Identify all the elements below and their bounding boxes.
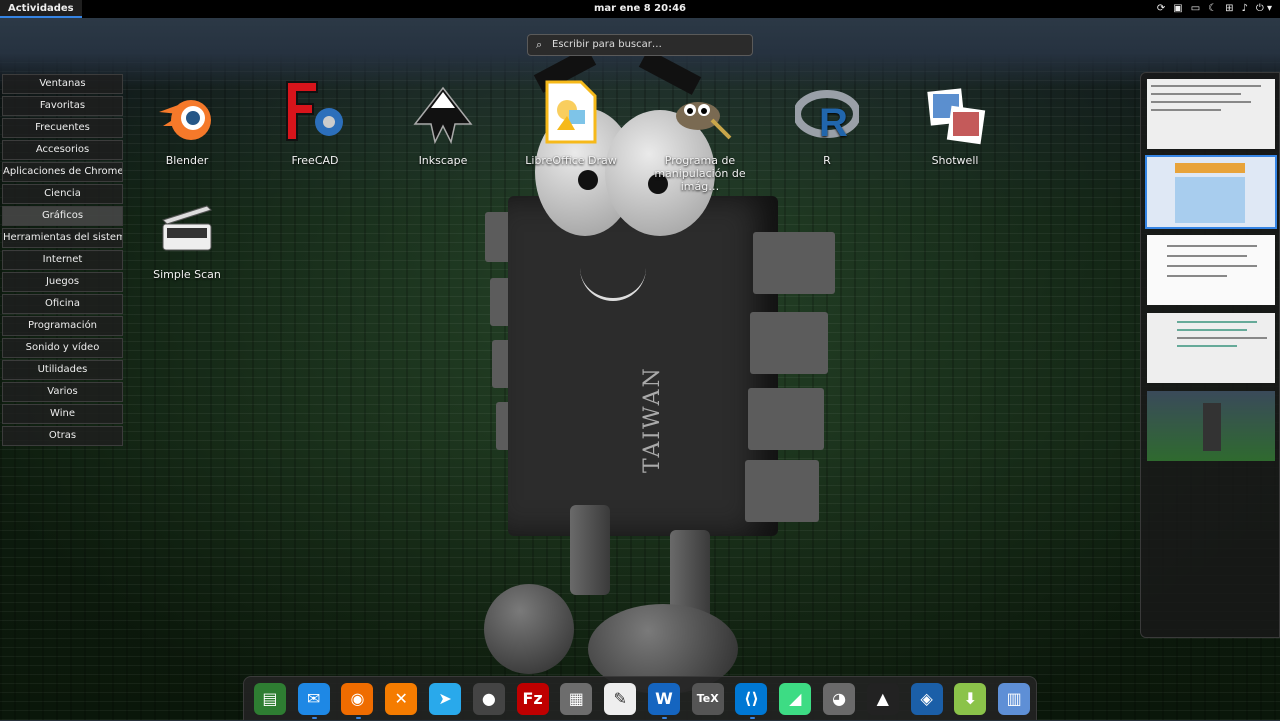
scanner-icon bbox=[155, 200, 219, 264]
dock-item[interactable]: ➤ bbox=[423, 677, 467, 721]
category-button[interactable]: Aplicaciones de Chrome bbox=[2, 162, 123, 182]
blender-icon bbox=[155, 86, 219, 150]
virtualbox-icon: ◈ bbox=[910, 682, 943, 715]
dock-item[interactable]: ◈ bbox=[905, 677, 949, 721]
search-input[interactable]: ⌕ Escribir para buscar… bbox=[527, 34, 753, 56]
running-indicator bbox=[662, 716, 668, 719]
category-button[interactable]: Wine bbox=[2, 404, 123, 424]
category-button[interactable]: Programación bbox=[2, 316, 123, 336]
inkscape-dock-icon: ▲ bbox=[866, 682, 899, 715]
writer-icon: W bbox=[647, 682, 680, 715]
gimp-dock-icon: ◕ bbox=[823, 682, 856, 715]
category-button[interactable]: Favoritas bbox=[2, 96, 123, 116]
app-libreoffice-draw[interactable]: LibreOffice Draw bbox=[511, 80, 631, 167]
running-indicator bbox=[749, 716, 755, 719]
dock-item[interactable]: ▥ bbox=[992, 677, 1036, 721]
dock-item[interactable]: ✉ bbox=[292, 677, 336, 721]
category-button[interactable]: Internet bbox=[2, 250, 123, 270]
category-button[interactable]: Ventanas bbox=[2, 74, 123, 94]
category-button[interactable]: Utilidades bbox=[2, 360, 123, 380]
search-placeholder: Escribir para buscar… bbox=[552, 39, 662, 50]
app-freecad[interactable]: FreeCAD bbox=[255, 80, 375, 167]
night-mode-icon[interactable]: ☾ bbox=[1208, 0, 1217, 18]
svg-text:R: R bbox=[819, 101, 848, 145]
search-icon: ⌕ bbox=[536, 38, 543, 51]
workspace-thumbnail-5[interactable] bbox=[1147, 391, 1275, 461]
power-icon[interactable]: ⏻ ▾ bbox=[1256, 0, 1272, 18]
category-button[interactable]: Ciencia bbox=[2, 184, 123, 204]
workspace-switcher bbox=[1140, 72, 1280, 638]
workspace-thumbnail-2[interactable] bbox=[1145, 155, 1277, 229]
volume-icon[interactable]: ♪ bbox=[1242, 0, 1248, 18]
category-button[interactable]: Gráficos bbox=[2, 206, 123, 226]
category-button[interactable]: Varios bbox=[2, 382, 123, 402]
text-editor-icon: ✎ bbox=[604, 682, 637, 715]
app-blender[interactable]: Blender bbox=[127, 86, 247, 167]
dock-item[interactable]: ⟨⟩ bbox=[730, 677, 774, 721]
thunderbird-icon: ✉ bbox=[297, 682, 330, 715]
dock-item[interactable]: ▦ bbox=[554, 677, 598, 721]
display-icon[interactable]: ▭ bbox=[1191, 0, 1200, 18]
r-icon: R bbox=[793, 86, 861, 150]
app-r[interactable]: R R bbox=[767, 86, 887, 167]
app-shotwell[interactable]: Shotwell bbox=[895, 86, 1015, 167]
running-indicator bbox=[355, 716, 361, 719]
inkscape-icon bbox=[411, 86, 475, 150]
category-button[interactable]: Accesorios bbox=[2, 140, 123, 160]
network-icon[interactable]: ⊞ bbox=[1225, 0, 1233, 18]
dock-item[interactable]: ✕ bbox=[379, 677, 423, 721]
freecad-icon bbox=[283, 80, 347, 150]
category-button[interactable]: Oficina bbox=[2, 294, 123, 314]
dock-item[interactable]: W bbox=[642, 677, 686, 721]
category-button[interactable]: Herramientas del sistema bbox=[2, 228, 123, 248]
telegram-icon: ➤ bbox=[429, 682, 462, 715]
texmaker-icon: TeX bbox=[691, 682, 724, 715]
vscode-icon: ⟨⟩ bbox=[735, 682, 768, 715]
dock-item[interactable]: ◉ bbox=[336, 677, 380, 721]
app-inkscape[interactable]: Inkscape bbox=[383, 86, 503, 167]
category-list: Ventanas Favoritas Frecuentes Accesorios Apl… bbox=[2, 74, 123, 448]
window-icon[interactable]: ▣ bbox=[1173, 0, 1182, 18]
dock: ▤ ✉ ◉ ✕ ➤ ● Fz ▦ ✎ W TeX ⟨⟩ ◢ ◕ ▲ ◈ ⬇ ▥ bbox=[243, 676, 1037, 720]
dock-item[interactable]: Fz bbox=[511, 677, 555, 721]
wallpaper-text: TAIWAN bbox=[640, 366, 665, 474]
dock-item[interactable]: ● bbox=[467, 677, 511, 721]
libreoffice-draw-icon bbox=[539, 80, 603, 150]
activities-button[interactable]: Actividades bbox=[0, 0, 82, 18]
android-studio-icon: ◢ bbox=[779, 682, 812, 715]
dock-item[interactable]: ▲ bbox=[861, 677, 905, 721]
workspace-thumbnail-3[interactable] bbox=[1147, 235, 1275, 305]
calculator-icon: ▦ bbox=[560, 682, 593, 715]
dock-item[interactable]: ◢ bbox=[773, 677, 817, 721]
app-gimp[interactable]: Programa de manipulación de imág… bbox=[640, 86, 760, 193]
category-button[interactable]: Otras bbox=[2, 426, 123, 446]
workspace-thumbnail-1[interactable] bbox=[1147, 79, 1275, 149]
category-button[interactable]: Frecuentes bbox=[2, 118, 123, 138]
dock-item[interactable]: ✎ bbox=[598, 677, 642, 721]
dock-item[interactable]: TeX bbox=[686, 677, 730, 721]
shotwell-icon bbox=[923, 86, 987, 150]
software-install-icon: ⬇ bbox=[954, 682, 987, 715]
files-icon: ▥ bbox=[998, 682, 1031, 715]
firefox-icon: ◉ bbox=[341, 682, 374, 715]
system-tray[interactable]: ⟳ ▣ ▭ ☾ ⊞ ♪ ⏻ ▾ bbox=[1157, 0, 1272, 18]
workspace-thumbnail-4[interactable] bbox=[1147, 313, 1275, 383]
refresh-icon[interactable]: ⟳ bbox=[1157, 0, 1165, 18]
clock[interactable]: mar ene 8 20:46 bbox=[0, 0, 1280, 18]
filezilla-icon: Fz bbox=[516, 682, 549, 715]
dock-item[interactable]: ⬇ bbox=[949, 677, 993, 721]
system-monitor-icon: ▤ bbox=[253, 682, 286, 715]
category-button[interactable]: Juegos bbox=[2, 272, 123, 292]
top-bar: Actividades mar ene 8 20:46 ⟳ ▣ ▭ ☾ ⊞ ♪ … bbox=[0, 0, 1280, 18]
app-simple-scan[interactable]: Simple Scan bbox=[127, 200, 247, 281]
category-button[interactable]: Sonido y vídeo bbox=[2, 338, 123, 358]
vlc-icon: ● bbox=[472, 682, 505, 715]
dock-item[interactable]: ◕ bbox=[817, 677, 861, 721]
gimp-icon bbox=[668, 86, 732, 150]
dock-item[interactable]: ▤ bbox=[248, 677, 292, 721]
crossover-icon: ✕ bbox=[385, 682, 418, 715]
running-indicator bbox=[311, 716, 317, 719]
